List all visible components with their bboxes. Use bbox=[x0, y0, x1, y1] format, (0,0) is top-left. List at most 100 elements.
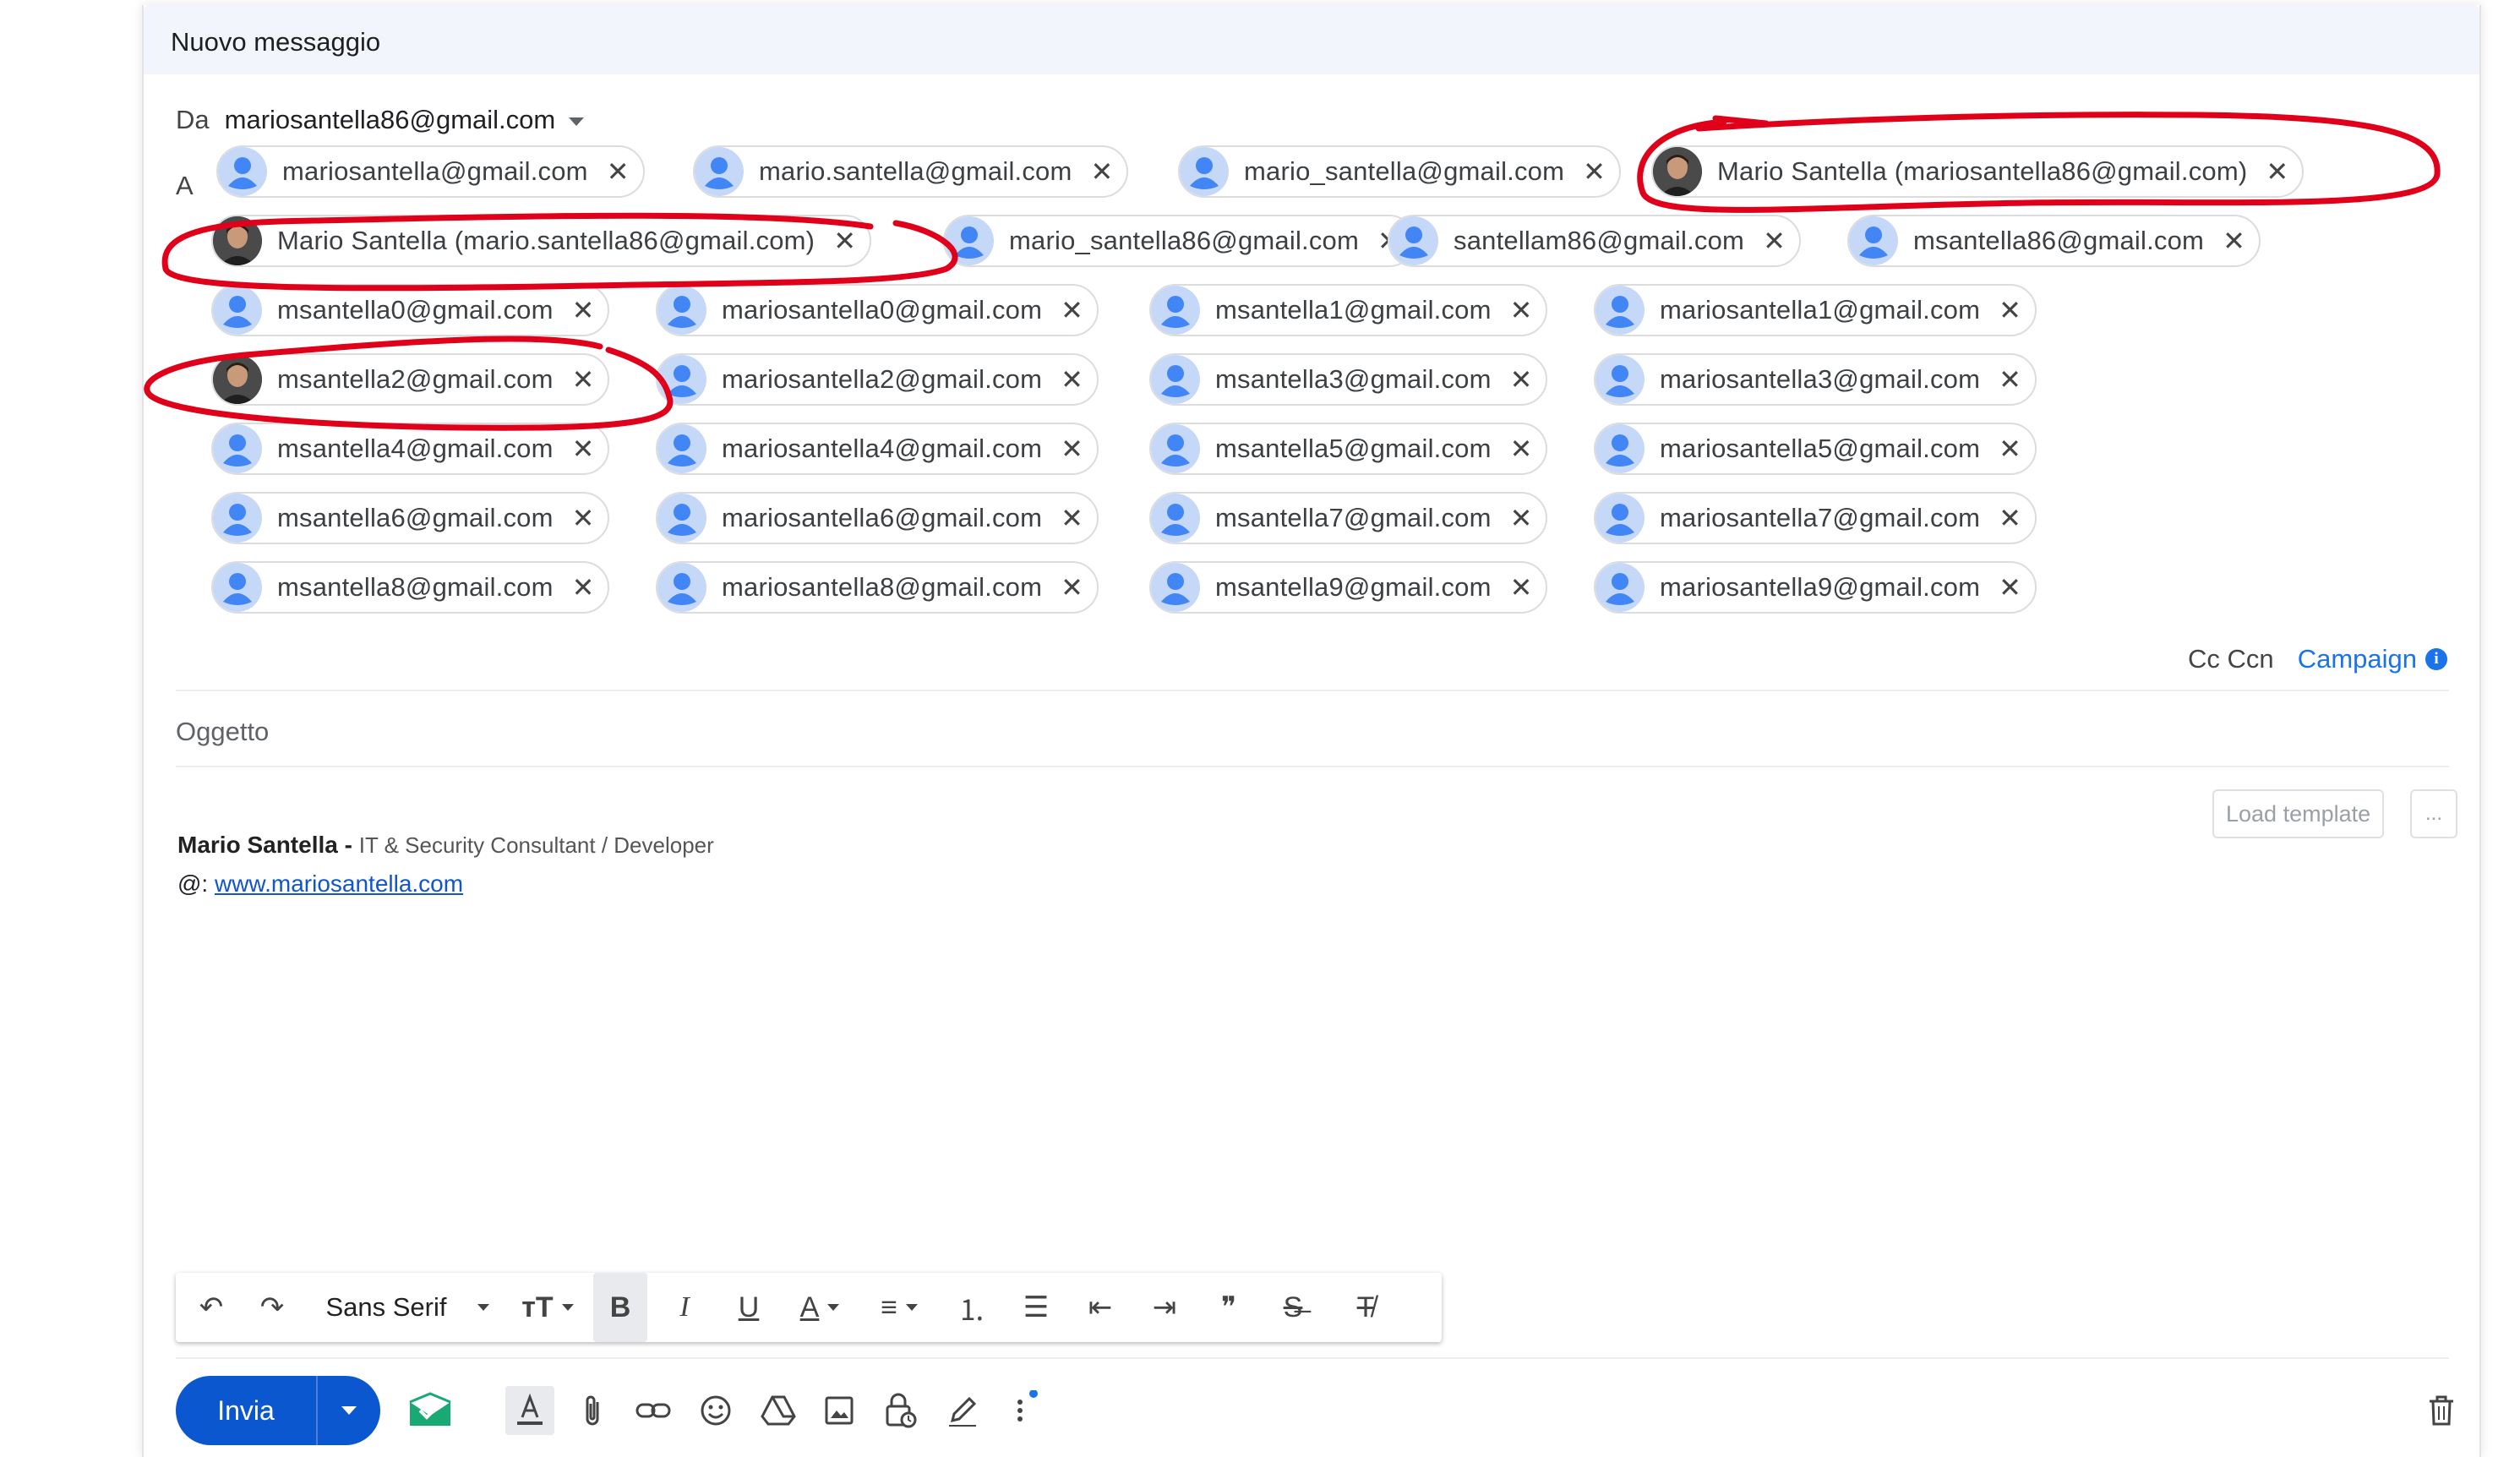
remove-recipient-icon[interactable]: ✕ bbox=[572, 294, 595, 326]
remove-recipient-icon[interactable]: ✕ bbox=[1061, 433, 1083, 465]
recipient-chip[interactable]: mariosantella1@gmail.com ✕ bbox=[1594, 284, 2037, 336]
signature-web-link[interactable]: www.mariosantella.com bbox=[215, 870, 463, 897]
strikethrough-icon[interactable]: S̶ bbox=[1266, 1273, 1320, 1342]
bold-icon[interactable]: B bbox=[593, 1273, 647, 1342]
recipient-chip[interactable]: mario_santella86@gmail.com✕ bbox=[943, 215, 1415, 267]
recipient-chip[interactable]: Mario Santella (mario.santella86@gmail.c… bbox=[211, 215, 872, 267]
align-icon[interactable]: ≡ bbox=[865, 1273, 933, 1342]
recipient-chip[interactable]: msantella5@gmail.com ✕ bbox=[1149, 423, 1548, 475]
text-color-icon[interactable]: A bbox=[786, 1273, 854, 1342]
remove-recipient-icon[interactable]: ✕ bbox=[1061, 571, 1083, 603]
remove-recipient-icon[interactable]: ✕ bbox=[1999, 363, 2021, 396]
format-options-icon[interactable] bbox=[505, 1386, 554, 1435]
recipient-chip[interactable]: mariosantella0@gmail.com ✕ bbox=[656, 284, 1099, 336]
mailtrack-icon[interactable] bbox=[406, 1386, 455, 1435]
bcc-link[interactable]: Ccn bbox=[2228, 644, 2274, 674]
recipient-chip[interactable]: santellam86@gmail.com ✕ bbox=[1388, 215, 1801, 267]
text-size-icon[interactable]: тT bbox=[514, 1273, 581, 1342]
recipient-chip[interactable]: msantella8@gmail.com ✕ bbox=[211, 561, 610, 614]
remove-recipient-icon[interactable]: ✕ bbox=[607, 156, 630, 188]
confidential-mode-icon[interactable] bbox=[875, 1386, 925, 1435]
redo-icon[interactable]: ↷ bbox=[247, 1273, 297, 1342]
remove-recipient-icon[interactable]: ✕ bbox=[1061, 294, 1083, 326]
cc-bcc-link[interactable]: Cc Ccn bbox=[2188, 644, 2274, 674]
more-options-icon[interactable] bbox=[1001, 1386, 1050, 1435]
campaign-link[interactable]: Campaign bbox=[2298, 644, 2417, 674]
link-icon[interactable] bbox=[629, 1386, 678, 1435]
attach-icon[interactable] bbox=[568, 1386, 617, 1435]
remove-recipient-icon[interactable]: ✕ bbox=[1999, 433, 2021, 465]
recipient-email: msantella5@gmail.com bbox=[1215, 434, 1492, 463]
signature-pen-icon[interactable] bbox=[938, 1386, 987, 1435]
recipient-chip[interactable]: mariosantella7@gmail.com ✕ bbox=[1594, 492, 2037, 544]
discard-draft-icon[interactable] bbox=[2417, 1386, 2466, 1435]
remove-recipient-icon[interactable]: ✕ bbox=[1999, 571, 2021, 603]
bulleted-list-icon[interactable]: ☰ bbox=[1009, 1273, 1063, 1342]
recipient-chip[interactable]: msantella86@gmail.com ✕ bbox=[1847, 215, 2261, 267]
remove-recipient-icon[interactable]: ✕ bbox=[1510, 571, 1533, 603]
remove-recipient-icon[interactable]: ✕ bbox=[1091, 156, 1114, 188]
recipient-chip[interactable]: msantella2@gmail.com ✕ bbox=[211, 353, 610, 406]
remove-recipient-icon[interactable]: ✕ bbox=[1061, 502, 1083, 534]
cc-link[interactable]: Cc bbox=[2188, 644, 2220, 674]
recipient-chip[interactable]: msantella3@gmail.com ✕ bbox=[1149, 353, 1548, 406]
from-value[interactable]: mariosantella86@gmail.com bbox=[225, 105, 556, 135]
quote-icon[interactable]: ❞ bbox=[1202, 1273, 1256, 1342]
remove-recipient-icon[interactable]: ✕ bbox=[1999, 294, 2021, 326]
recipient-chip[interactable]: mariosantella3@gmail.com ✕ bbox=[1594, 353, 2037, 406]
font-family-select[interactable]: Sans Serif bbox=[314, 1273, 500, 1342]
remove-recipient-icon[interactable]: ✕ bbox=[1510, 294, 1533, 326]
signature[interactable]: Mario Santella - IT & Security Consultan… bbox=[177, 832, 714, 898]
drive-icon[interactable] bbox=[754, 1386, 803, 1435]
remove-recipient-icon[interactable]: ✕ bbox=[572, 363, 595, 396]
subject-input[interactable]: Oggetto bbox=[176, 717, 269, 747]
recipient-email: msantella2@gmail.com bbox=[277, 364, 554, 394]
indent-more-icon[interactable]: ⇥ bbox=[1137, 1273, 1192, 1342]
remove-recipient-icon[interactable]: ✕ bbox=[1061, 363, 1083, 396]
recipient-chip[interactable]: msantella9@gmail.com ✕ bbox=[1149, 561, 1548, 614]
load-template-button[interactable]: Load template bbox=[2212, 789, 2385, 838]
from-dropdown-icon[interactable] bbox=[569, 117, 585, 126]
recipient-chip[interactable]: mariosantella4@gmail.com ✕ bbox=[656, 423, 1099, 475]
remove-recipient-icon[interactable]: ✕ bbox=[2223, 225, 2245, 257]
remove-recipient-icon[interactable]: ✕ bbox=[572, 433, 595, 465]
remove-recipient-icon[interactable]: ✕ bbox=[1583, 156, 1606, 188]
emoji-icon[interactable] bbox=[691, 1386, 740, 1435]
recipient-chip[interactable]: Mario Santella (mariosantella86@gmail.co… bbox=[1651, 145, 2305, 198]
remove-recipient-icon[interactable]: ✕ bbox=[1763, 225, 1786, 257]
info-icon[interactable]: i bbox=[2425, 648, 2447, 670]
recipient-email: mariosantella1@gmail.com bbox=[1660, 295, 1981, 325]
schedule-send-dropdown[interactable] bbox=[318, 1406, 380, 1415]
remove-recipient-icon[interactable]: ✕ bbox=[833, 225, 856, 257]
remove-recipient-icon[interactable]: ✕ bbox=[2266, 156, 2288, 188]
compose-titlebar[interactable]: Nuovo messaggio bbox=[144, 5, 2479, 74]
remove-recipient-icon[interactable]: ✕ bbox=[1510, 363, 1533, 396]
recipient-chip[interactable]: msantella7@gmail.com ✕ bbox=[1149, 492, 1548, 544]
remove-recipient-icon[interactable]: ✕ bbox=[1510, 433, 1533, 465]
remove-recipient-icon[interactable]: ✕ bbox=[572, 571, 595, 603]
recipient-chip[interactable]: mario_santella@gmail.com ✕ bbox=[1178, 145, 1621, 198]
recipient-chip[interactable]: mario.santella@gmail.com ✕ bbox=[693, 145, 1129, 198]
indent-less-icon[interactable]: ⇤ bbox=[1073, 1273, 1127, 1342]
recipient-chip[interactable]: msantella6@gmail.com ✕ bbox=[211, 492, 610, 544]
recipient-chip[interactable]: msantella1@gmail.com ✕ bbox=[1149, 284, 1548, 336]
recipient-chip[interactable]: mariosantella@gmail.com ✕ bbox=[216, 145, 645, 198]
photo-icon[interactable] bbox=[815, 1386, 864, 1435]
italic-icon[interactable]: I bbox=[657, 1273, 712, 1342]
undo-icon[interactable]: ↶ bbox=[186, 1273, 237, 1342]
template-more-button[interactable]: ... bbox=[2410, 789, 2457, 838]
recipient-chip[interactable]: mariosantella9@gmail.com ✕ bbox=[1594, 561, 2037, 614]
send-button[interactable]: Invia bbox=[176, 1376, 380, 1445]
recipient-chip[interactable]: mariosantella5@gmail.com ✕ bbox=[1594, 423, 2037, 475]
remove-recipient-icon[interactable]: ✕ bbox=[572, 502, 595, 534]
remove-recipient-icon[interactable]: ✕ bbox=[1510, 502, 1533, 534]
recipient-chip[interactable]: mariosantella2@gmail.com ✕ bbox=[656, 353, 1099, 406]
numbered-list-icon[interactable]: ⒈ bbox=[945, 1273, 999, 1342]
clear-formatting-icon[interactable]: T̸ bbox=[1339, 1273, 1393, 1342]
underline-icon[interactable]: U bbox=[722, 1273, 776, 1342]
remove-recipient-icon[interactable]: ✕ bbox=[1999, 502, 2021, 534]
recipient-chip[interactable]: msantella0@gmail.com ✕ bbox=[211, 284, 610, 336]
recipient-chip[interactable]: msantella4@gmail.com ✕ bbox=[211, 423, 610, 475]
recipient-chip[interactable]: mariosantella6@gmail.com ✕ bbox=[656, 492, 1099, 544]
recipient-chip[interactable]: mariosantella8@gmail.com ✕ bbox=[656, 561, 1099, 614]
